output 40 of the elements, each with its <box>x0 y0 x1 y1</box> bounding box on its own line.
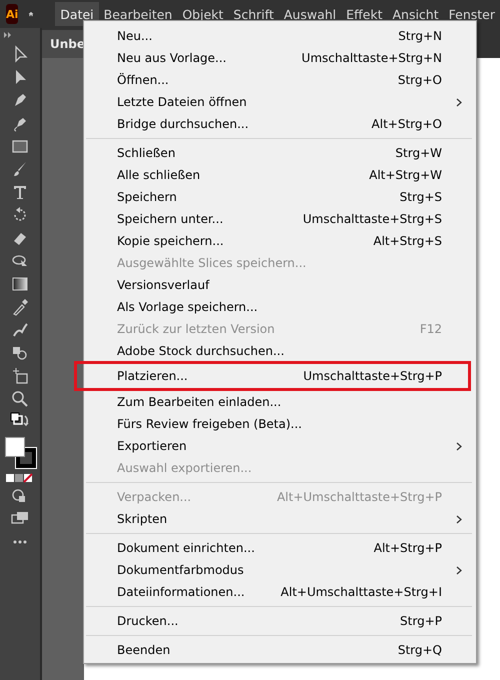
menu-item[interactable]: Kopie speichern... Alt+Strg+S <box>86 230 474 252</box>
menu-item[interactable]: Skripten <box>86 508 474 530</box>
menu-bar-item[interactable]: Bearbeiten <box>98 2 178 26</box>
menu-item[interactable]: Versionsverlauf <box>86 274 474 296</box>
menu-item[interactable]: Letzte Dateien öffnen <box>86 91 474 113</box>
menu-bar-item[interactable]: Objekt <box>177 2 228 26</box>
chevron-right-icon <box>456 566 462 575</box>
chevron-right-icon <box>456 515 462 524</box>
menu-bar-item[interactable]: Effekt <box>341 2 388 26</box>
menu-bar-item[interactable]: Ansicht <box>387 2 444 26</box>
expand-panel-icon[interactable] <box>4 32 12 38</box>
menu-item[interactable]: Dateiinformationen... Alt+Umschalttaste+Strg+I <box>86 581 474 603</box>
fill-stroke-swatch[interactable] <box>5 437 35 467</box>
menu-item[interactable]: Adobe Stock durchsuchen... <box>86 340 474 362</box>
artboard-icon[interactable] <box>10 366 30 386</box>
menu-item[interactable]: Speichern unter... Umschalttaste+Strg+S <box>86 208 474 230</box>
menu-item[interactable]: Zum Bearbeiten einladen... <box>86 391 474 413</box>
menu-item[interactable]: Dokumentfarbmodus <box>86 559 474 581</box>
menu-bar-item[interactable]: Fenster <box>444 2 500 26</box>
menu-item[interactable]: Speichern Strg+S <box>86 186 474 208</box>
menu-item[interactable]: Beenden Strg+Q <box>86 639 474 661</box>
zoom-icon[interactable] <box>10 389 30 409</box>
menu-item[interactable]: Platzieren... Umschalttaste+Strg+P <box>75 362 470 390</box>
menu-item[interactable]: Exportieren <box>86 435 474 457</box>
eyedropper-icon[interactable] <box>10 297 30 317</box>
menu-item[interactable]: Alle schließen Alt+Strg+W <box>86 164 474 186</box>
menu-bar-item[interactable]: Datei <box>55 2 99 26</box>
menu-item[interactable]: Bridge durchsuchen... Alt+Strg+O <box>86 113 474 135</box>
chevron-right-icon <box>456 98 462 107</box>
chevron-right-icon <box>456 442 462 451</box>
menu-bar-item[interactable]: Auswahl <box>278 2 342 26</box>
menu-item[interactable]: Öffnen... Strg+O <box>86 69 474 91</box>
menu-item[interactable]: Drucken... Strg+P <box>86 610 474 632</box>
app-logo: Ai <box>6 4 18 24</box>
menu-item[interactable]: Schließen Strg+W <box>86 142 474 164</box>
menu-bar-item[interactable]: Schrift <box>228 2 279 26</box>
menu-item[interactable]: Fürs Review freigeben (Beta)... <box>86 413 474 435</box>
menu-item[interactable]: Als Vorlage speichern... <box>86 296 474 318</box>
menu-item[interactable]: Dokument einrichten... Alt+Strg+P <box>86 537 474 559</box>
color-mode-icon[interactable] <box>6 473 34 483</box>
